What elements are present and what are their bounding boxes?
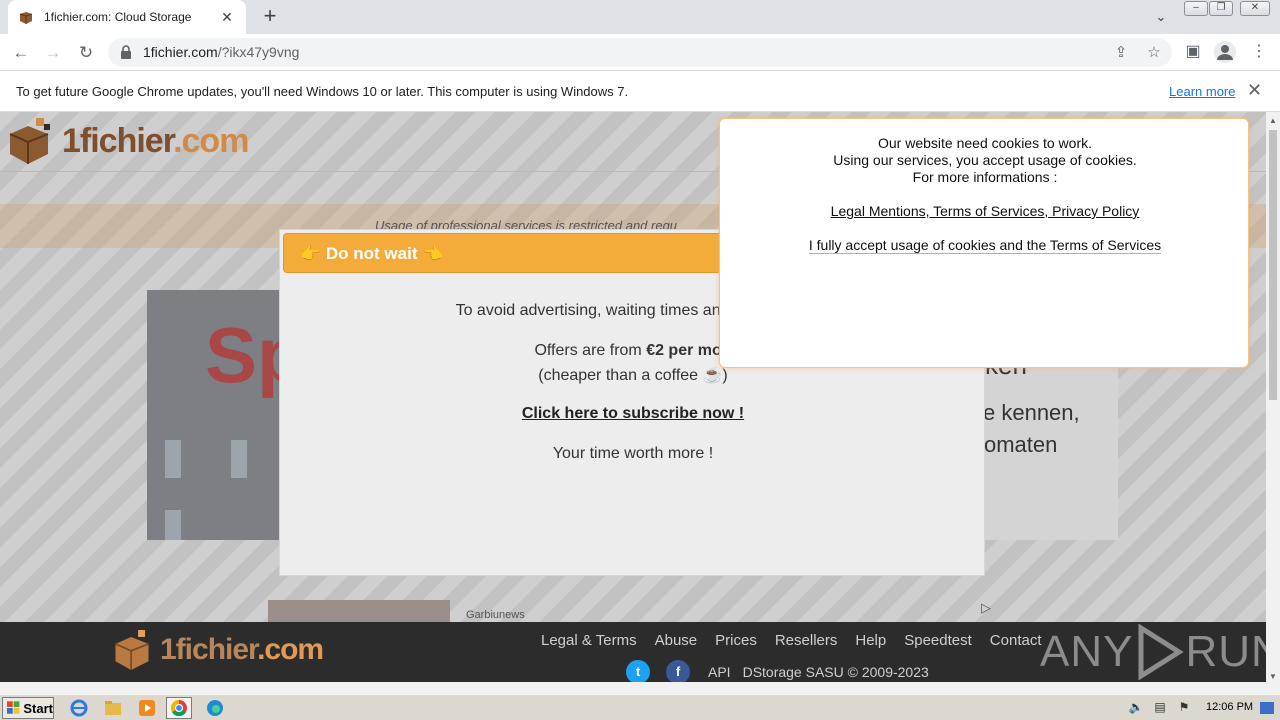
tab-search-icon[interactable]: ⌄ xyxy=(1150,6,1172,28)
footer-link-speedtest[interactable]: Speedtest xyxy=(904,632,972,649)
new-tab-button[interactable]: + xyxy=(256,4,284,30)
footer-link-help[interactable]: Help xyxy=(855,632,886,649)
profile-icon xyxy=(1217,45,1233,60)
footer-logo-text: 1fichier.com xyxy=(160,633,324,667)
tab-strip: 1fichier.com: Cloud Storage ✕ + ⌄ ‒ ❐ ✕ xyxy=(0,0,1280,34)
building-window xyxy=(165,440,181,478)
modal-subscribe-line: Click here to subscribe now ! xyxy=(280,405,986,423)
volume-icon[interactable]: 🔈 xyxy=(1128,700,1144,716)
1fichier-favicon-icon xyxy=(19,12,33,24)
action-center-flag-icon[interactable]: ⚑ xyxy=(1176,700,1192,716)
building-window xyxy=(231,440,247,478)
share-icon[interactable]: ⇪ xyxy=(1110,42,1132,64)
site-footer: 1fichier.com Legal & Terms Abuse Prices … xyxy=(0,622,1266,682)
browser-tab[interactable]: 1fichier.com: Cloud Storage ✕ xyxy=(8,0,246,34)
modal-line-time: Your time worth more ! xyxy=(552,445,714,462)
logo-text-main: 1fichier xyxy=(62,121,174,160)
close-window-button[interactable]: ✕ xyxy=(1240,1,1270,16)
cookie-banner: Our website need cookies to work. Using … xyxy=(719,118,1249,368)
modal-line-coffee: (cheaper than a coffee ☕) xyxy=(538,367,728,384)
infobar-close-icon[interactable]: ✕ xyxy=(1247,80,1262,101)
windows-taskbar: Start 🔈 ▤ ⚑ 12:06 PM xyxy=(0,694,1280,720)
building-window xyxy=(165,510,181,540)
site-logo[interactable]: 1fichier.com xyxy=(6,116,249,166)
footer-logo-tld: .com xyxy=(257,633,324,666)
cookie-line-3: For more informations : xyxy=(912,169,1058,185)
page-bottom-strip xyxy=(0,682,1280,694)
ad-text-fragment: omaten xyxy=(984,432,1058,457)
ie-icon[interactable] xyxy=(66,697,92,719)
watermark-play-icon xyxy=(1138,624,1185,680)
logo-box-icon xyxy=(9,118,50,164)
ad-source[interactable]: Garbiunews xyxy=(466,609,525,621)
bookmark-star-icon[interactable]: ☆ xyxy=(1143,42,1165,64)
cookie-legal-link[interactable]: Legal Mentions, Terms of Services, Priva… xyxy=(831,203,1140,219)
restore-button[interactable]: ❐ xyxy=(1209,1,1233,16)
scrollbar-thumb[interactable] xyxy=(1269,130,1277,400)
start-button[interactable]: Start xyxy=(2,697,54,719)
watermark-right: RUN xyxy=(1185,627,1266,676)
modal-title: 👉 Do not wait 👈 xyxy=(300,244,444,263)
footer-links: Legal & Terms Abuse Prices Resellers Hel… xyxy=(541,632,1042,649)
side-panel-icon[interactable]: ▣ xyxy=(1180,39,1206,65)
explorer-folder-icon[interactable] xyxy=(100,697,126,719)
start-label: Start xyxy=(23,700,53,716)
footer-link-contact[interactable]: Contact xyxy=(990,632,1042,649)
scroll-up-icon[interactable]: ▲ xyxy=(1268,116,1278,125)
footer-row-2: t f API DStorage SASU © 2009-2023 xyxy=(626,660,929,682)
cookie-line-2: Using our services, you accept usage of … xyxy=(833,152,1137,168)
footer-copyright: DStorage SASU © 2009-2023 xyxy=(742,664,929,680)
address-bar[interactable]: 1fichier.com/?ikx47y9vng ⇪ ☆ xyxy=(108,38,1172,67)
cookie-line-1: Our website need cookies to work. xyxy=(878,135,1092,151)
lock-icon xyxy=(121,45,131,59)
minimize-button[interactable]: ‒ xyxy=(1184,1,1208,16)
forward-arrow-icon[interactable]: → xyxy=(40,40,66,66)
logo-text-tld: .com xyxy=(173,121,249,160)
clock[interactable]: 12:06 PM xyxy=(1206,701,1253,713)
watermark-left: ANY xyxy=(1040,627,1134,676)
media-player-icon[interactable] xyxy=(134,697,160,719)
menu-kebab-icon[interactable]: ⋮ xyxy=(1246,39,1272,65)
footer-link-api[interactable]: API xyxy=(708,664,731,680)
learn-more-link[interactable]: Learn more xyxy=(1169,84,1235,99)
reload-icon[interactable]: ↻ xyxy=(73,40,99,66)
footer-link-prices[interactable]: Prices xyxy=(715,632,757,649)
tab-close-icon[interactable]: ✕ xyxy=(218,9,236,26)
windows-logo-icon xyxy=(7,701,20,714)
ad-text-fragment: e kennen, xyxy=(983,400,1080,425)
network-icon[interactable]: ▤ xyxy=(1152,700,1168,716)
url-text: 1fichier.com/?ikx47y9vng xyxy=(143,44,299,60)
tab-title: 1fichier.com: Cloud Storage xyxy=(44,10,192,24)
show-desktop-icon[interactable] xyxy=(1260,702,1274,714)
profile-avatar[interactable] xyxy=(1214,41,1236,63)
footer-link-resellers[interactable]: Resellers xyxy=(775,632,838,649)
ad-choices-icon[interactable]: ▷ xyxy=(981,600,991,616)
vertical-scrollbar[interactable]: ▲ ▼ xyxy=(1266,112,1280,682)
edge-icon[interactable] xyxy=(202,697,228,719)
footer-logo-main: 1fichier xyxy=(160,633,258,666)
page-viewport: 1fichier.com Usage of professional servi… xyxy=(0,112,1266,682)
browser-toolbar: ← → ↻ 1fichier.com/?ikx47y9vng ⇪ ☆ ▣ ⋮ xyxy=(0,34,1280,71)
twitter-icon[interactable]: t xyxy=(626,660,650,682)
url-host: 1fichier.com xyxy=(143,44,218,60)
ad-image[interactable]: Sp xyxy=(147,290,305,540)
footer-link-abuse[interactable]: Abuse xyxy=(655,632,698,649)
offers-prefix: Offers are from xyxy=(534,342,647,359)
logo-text: 1fichier.com xyxy=(62,121,249,161)
infobar-message: To get future Google Chrome updates, you… xyxy=(16,84,629,99)
subscribe-link[interactable]: Click here to subscribe now ! xyxy=(522,405,744,422)
url-path: /?ikx47y9vng xyxy=(217,44,300,60)
footer-logo-box-icon xyxy=(115,630,149,670)
anyrun-watermark: ANY RUN xyxy=(1040,622,1266,682)
scroll-down-icon[interactable]: ▼ xyxy=(1268,672,1278,681)
cookie-accept-button[interactable]: I fully accept usage of cookies and the … xyxy=(808,237,1162,254)
facebook-icon[interactable]: f xyxy=(666,660,690,682)
chrome-taskbar-icon[interactable] xyxy=(166,697,192,719)
footer-logo[interactable]: 1fichier.com xyxy=(112,628,324,672)
footer-link-legal[interactable]: Legal & Terms xyxy=(541,632,637,649)
update-infobar: To get future Google Chrome updates, you… xyxy=(0,71,1280,112)
cookie-accept-line: I fully accept usage of cookies and the … xyxy=(720,237,1250,254)
back-arrow-icon[interactable]: ← xyxy=(8,40,34,66)
cookie-legal-line: Legal Mentions, Terms of Services, Priva… xyxy=(720,203,1250,219)
